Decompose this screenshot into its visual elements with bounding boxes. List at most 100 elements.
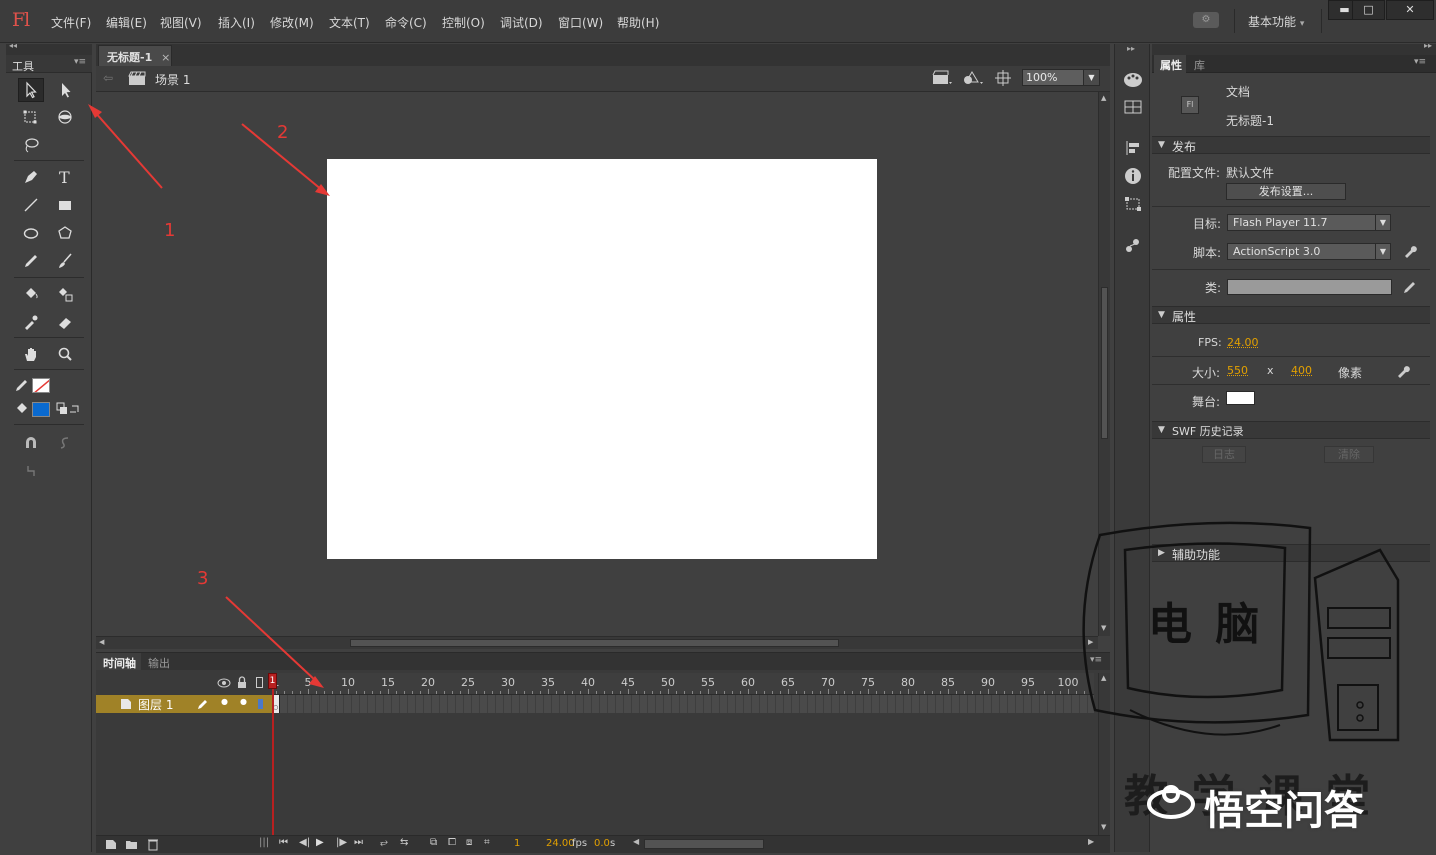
tab-properties[interactable]: 属性 xyxy=(1154,55,1186,73)
edit-multiple-frames-icon[interactable]: ⧈ xyxy=(466,837,472,848)
layer-row[interactable]: 图层 1 ● ● xyxy=(96,695,272,713)
menu-window[interactable]: 窗口(W) xyxy=(558,14,603,31)
close-tab-icon[interactable]: × xyxy=(161,51,170,64)
rectangle-tool[interactable] xyxy=(52,193,78,217)
expand-arrows-icon[interactable]: ▸▸ xyxy=(1127,44,1135,53)
publish-section-header[interactable]: ▼ 发布 xyxy=(1152,136,1430,154)
chevron-down-icon[interactable]: ▼ xyxy=(1375,244,1390,259)
outline-toggle-icon[interactable] xyxy=(256,677,263,688)
edit-scene-icon[interactable] xyxy=(932,70,952,86)
stage-color-swatch[interactable] xyxy=(1226,391,1255,405)
back-arrow-icon[interactable]: ⇦ xyxy=(103,71,113,85)
collapse-arrows-icon[interactable]: ▸▸ xyxy=(1424,41,1432,50)
swap-default-colors-icon[interactable] xyxy=(56,402,84,416)
playhead-marker[interactable]: 1 xyxy=(268,673,277,689)
scroll-left-icon[interactable]: ◀ xyxy=(633,837,639,846)
chevron-down-icon[interactable]: ▼ xyxy=(1083,70,1099,85)
menu-edit[interactable]: 编辑(E) xyxy=(106,14,147,31)
ink-bottle-tool[interactable] xyxy=(52,282,78,306)
center-frame-icon[interactable]: ⇆ xyxy=(400,837,408,848)
transform-icon[interactable] xyxy=(1124,196,1142,212)
snap-to-objects-toggle[interactable] xyxy=(18,431,44,455)
panel-menu-icon[interactable]: ▾≡ xyxy=(74,57,86,67)
menu-modify[interactable]: 修改(M) xyxy=(270,14,314,31)
menu-text[interactable]: 文本(T) xyxy=(329,14,370,31)
close-button[interactable]: ✕ xyxy=(1386,0,1434,20)
pasteboard[interactable] xyxy=(96,92,1098,636)
wrench-icon[interactable] xyxy=(1396,364,1410,378)
trash-icon[interactable] xyxy=(147,838,159,851)
current-frame-value[interactable]: 1 xyxy=(514,838,520,849)
horizontal-scroll-thumb[interactable] xyxy=(350,639,839,647)
collapse-arrows-icon[interactable]: ◂◂ xyxy=(9,41,17,50)
menu-debug[interactable]: 调试(D) xyxy=(500,14,543,31)
tools-panel-collapse-bar[interactable]: ◂◂ xyxy=(6,41,92,55)
script-select[interactable]: ActionScript 3.0 ▼ xyxy=(1227,243,1391,260)
maximize-button[interactable]: □ xyxy=(1352,0,1385,20)
straighten-option[interactable] xyxy=(18,459,44,483)
fps-value[interactable]: 24.00 xyxy=(546,838,575,849)
center-stage-icon[interactable] xyxy=(995,70,1011,86)
free-transform-tool[interactable] xyxy=(18,105,44,129)
unit-label[interactable]: 像素 xyxy=(1338,364,1362,381)
scroll-right-icon[interactable]: ▶ xyxy=(1088,638,1093,646)
polystar-tool[interactable] xyxy=(52,221,78,245)
menu-help[interactable]: 帮助(H) xyxy=(617,14,659,31)
layer-outline-color[interactable] xyxy=(258,699,263,709)
stroke-color-swatch[interactable] xyxy=(32,378,50,393)
properties-section-header[interactable]: ▼ 属性 xyxy=(1152,306,1430,324)
publish-settings-button[interactable]: 发布设置... xyxy=(1226,183,1346,200)
panel-menu-icon[interactable]: ▾≡ xyxy=(1090,655,1102,665)
layer-lock-dot[interactable]: ● xyxy=(240,697,247,706)
lasso-tool[interactable] xyxy=(18,133,44,157)
menu-commands[interactable]: 命令(C) xyxy=(385,14,427,31)
workspace-switcher[interactable]: 基本功能 ▾ xyxy=(1248,13,1304,30)
scroll-down-icon[interactable]: ▼ xyxy=(1101,624,1106,632)
3d-rotation-tool[interactable] xyxy=(52,105,78,129)
onion-skin-icon[interactable]: ⧉ xyxy=(430,837,437,848)
log-button[interactable]: 日志 xyxy=(1202,446,1246,463)
play-icon[interactable]: ▶ xyxy=(316,837,324,848)
fill-color-swatch[interactable] xyxy=(32,402,50,417)
splitter-handle[interactable]: ||| xyxy=(259,837,269,848)
properties-collapse-bar[interactable]: ▸▸ xyxy=(1152,41,1436,55)
timeline-scroll-thumb[interactable] xyxy=(644,839,764,849)
lock-icon[interactable] xyxy=(236,676,248,689)
timeline-ruler[interactable]: 1510152025303540455055606570758085909510… xyxy=(272,673,1094,695)
edit-symbols-icon[interactable] xyxy=(962,70,984,86)
oval-tool[interactable] xyxy=(18,221,44,245)
line-tool[interactable] xyxy=(18,193,44,217)
menu-file[interactable]: 文件(F) xyxy=(51,14,91,31)
height-input[interactable]: 400 xyxy=(1291,364,1312,377)
eraser-tool[interactable] xyxy=(52,310,78,334)
smooth-option[interactable] xyxy=(52,431,78,455)
width-input[interactable]: 550 xyxy=(1227,364,1248,377)
menu-view[interactable]: 视图(V) xyxy=(160,14,202,31)
vertical-scroll-thumb[interactable] xyxy=(1101,287,1108,439)
hand-tool[interactable] xyxy=(18,342,44,366)
subselection-tool[interactable] xyxy=(52,78,78,102)
brush-tool[interactable] xyxy=(52,249,78,273)
info-icon[interactable] xyxy=(1124,167,1142,185)
motion-presets-icon[interactable] xyxy=(1124,236,1142,254)
onion-outline-icon[interactable]: ⧠ xyxy=(448,837,456,848)
new-layer-icon[interactable] xyxy=(105,839,117,850)
fps-input[interactable]: 24.00 xyxy=(1227,336,1259,349)
eyedropper-tool[interactable] xyxy=(18,310,44,334)
show-hide-eye-icon[interactable] xyxy=(217,677,231,689)
scroll-left-icon[interactable]: ◀ xyxy=(99,638,104,646)
color-palette-icon[interactable] xyxy=(1123,71,1143,89)
timeline-vertical-scrollbar[interactable]: ▲ ▼ xyxy=(1098,673,1110,835)
scroll-down-icon[interactable]: ▼ xyxy=(1101,823,1106,831)
scroll-up-icon[interactable]: ▲ xyxy=(1101,94,1106,102)
document-tab[interactable]: 无标题-1 × xyxy=(98,45,172,66)
tab-timeline[interactable]: 时间轴 xyxy=(96,653,141,670)
clear-button[interactable]: 清除 xyxy=(1324,446,1374,463)
class-input[interactable] xyxy=(1227,279,1392,295)
selection-tool[interactable] xyxy=(18,78,44,102)
layer-name[interactable]: 图层 1 xyxy=(138,696,173,713)
modify-markers-icon[interactable]: ⌗ xyxy=(484,837,490,848)
scroll-up-icon[interactable]: ▲ xyxy=(1101,674,1106,682)
text-tool[interactable]: T xyxy=(52,165,78,189)
menu-insert[interactable]: 插入(I) xyxy=(218,14,255,31)
